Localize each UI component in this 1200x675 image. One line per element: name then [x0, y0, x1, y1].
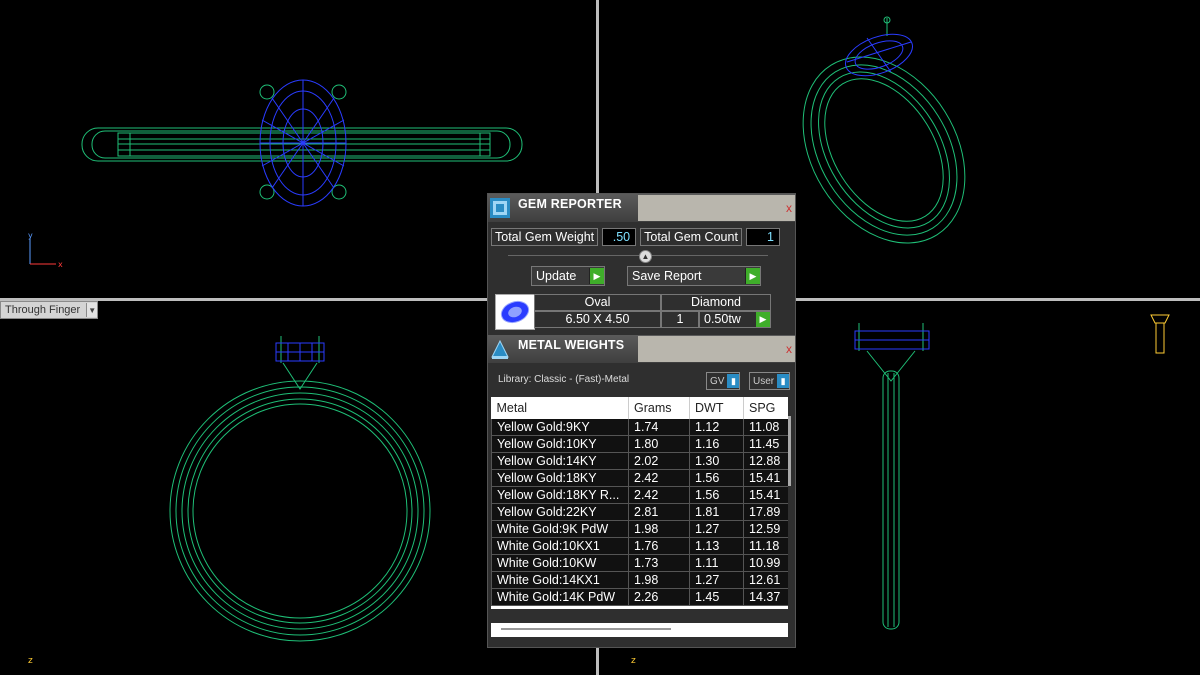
table-row[interactable]: White Gold:14KX1 1.98 1.27 12.61	[491, 571, 788, 589]
save-report-button[interactable]: Save Report ▶	[627, 266, 761, 286]
metal-weights-title: METAL WEIGHTS	[518, 338, 625, 352]
table-row[interactable]: White Gold:9K PdW 1.98 1.27 12.59	[491, 520, 788, 538]
table-horizontal-scrollbar[interactable]	[491, 623, 788, 637]
metal-weights-header[interactable]: METAL WEIGHTS x	[488, 335, 795, 363]
gem-details-grid: Oval Diamond 6.50 X 4.50 1 0.50tw ▶	[534, 294, 771, 328]
svg-text:y: y	[28, 231, 33, 240]
chevron-down-icon[interactable]: ▼	[86, 303, 98, 317]
save-report-label: Save Report	[632, 269, 702, 283]
total-gem-count-label: Total Gem Count	[640, 228, 742, 246]
svg-text:z: z	[28, 656, 33, 666]
gem-size: 6.50 X 4.50	[534, 311, 661, 328]
oval-gem-icon[interactable]	[495, 294, 535, 330]
table-row[interactable]: Yellow Gold:10KY 1.80 1.16 11.45	[491, 435, 788, 453]
table-row[interactable]: White Gold:14K PdW 2.26 1.45 14.37	[491, 588, 788, 606]
gem-weight: 0.50tw	[704, 312, 741, 326]
gem-totals-row: Total Gem Weight .50 Total Gem Count 1	[491, 228, 780, 246]
gv-toggle[interactable]: GV ▮	[706, 372, 741, 390]
metal-weights-table[interactable]: Metal Grams DWT SPG Yellow Gold:9KY 1.74 1…	[491, 397, 788, 609]
close-icon[interactable]: x	[783, 336, 795, 362]
table-row[interactable]: Yellow Gold:22KY 2.81 1.81 17.89	[491, 503, 788, 521]
gem-orientation-icon	[1150, 314, 1170, 354]
column-header-grams[interactable]: Grams	[628, 397, 690, 419]
metal-library-label: Library: Classic - (Fast)-Metal	[498, 374, 630, 385]
table-row[interactable]: White Gold:10KX1 1.76 1.13 11.18	[491, 537, 788, 555]
close-icon[interactable]: x	[783, 195, 795, 221]
svg-text:z: z	[631, 656, 636, 666]
update-button[interactable]: Update ▶	[531, 266, 605, 286]
column-header-dwt[interactable]: DWT	[689, 397, 744, 419]
table-row[interactable]: Yellow Gold:9KY 1.74 1.12 11.08	[491, 419, 788, 436]
gem-weight-cell[interactable]: 0.50tw ▶	[699, 311, 771, 328]
table-row[interactable]: Yellow Gold:14KY 2.02 1.30 12.88	[491, 452, 788, 470]
metal-weights-icon	[488, 335, 512, 363]
table-row[interactable]: Yellow Gold:18KY 2.42 1.56 15.41	[491, 469, 788, 487]
gem-reporter-title: GEM REPORTER	[518, 197, 622, 211]
play-icon: ▶	[589, 268, 604, 284]
table-vertical-scrollbar[interactable]	[788, 416, 791, 486]
gem-count: 1	[661, 311, 699, 328]
gem-reporter-header[interactable]: GEM REPORTER x	[488, 194, 795, 222]
user-toggle-label: User	[753, 375, 775, 387]
gem-reporter-icon	[488, 194, 512, 222]
table-row[interactable]: White Gold:10KW 1.73 1.11 10.99	[491, 554, 788, 572]
play-icon[interactable]: ▶	[756, 312, 770, 327]
total-gem-weight-label: Total Gem Weight	[491, 228, 599, 246]
table-header-row: Metal Grams DWT SPG	[491, 397, 788, 419]
gem-reporter-panel: GEM REPORTER x Total Gem Weight .50 Tota…	[487, 193, 796, 648]
user-toggle[interactable]: User ▮	[749, 372, 791, 390]
viewport-label: Through Finger	[5, 304, 81, 316]
gv-toggle-label: GV	[710, 375, 725, 387]
gem-type: Diamond	[661, 294, 771, 311]
play-icon: ▶	[745, 268, 760, 284]
viewport-label-dropdown[interactable]: Through Finger ▼	[0, 301, 99, 319]
total-gem-count-value: 1	[745, 228, 780, 246]
toggle-icon: ▮	[727, 374, 740, 388]
column-header-metal[interactable]: Metal	[491, 397, 629, 419]
column-header-spg[interactable]: SPG	[743, 397, 788, 419]
toggle-icon: ▮	[777, 374, 790, 388]
table-row[interactable]: Yellow Gold:18KY R... 2.42 1.56 15.41	[491, 486, 788, 504]
collapse-toggle-icon[interactable]: ▲	[639, 250, 652, 263]
update-label: Update	[536, 269, 577, 283]
gem-shape: Oval	[534, 294, 661, 311]
svg-text:x: x	[58, 260, 63, 269]
total-gem-weight-value: .50	[602, 228, 637, 246]
